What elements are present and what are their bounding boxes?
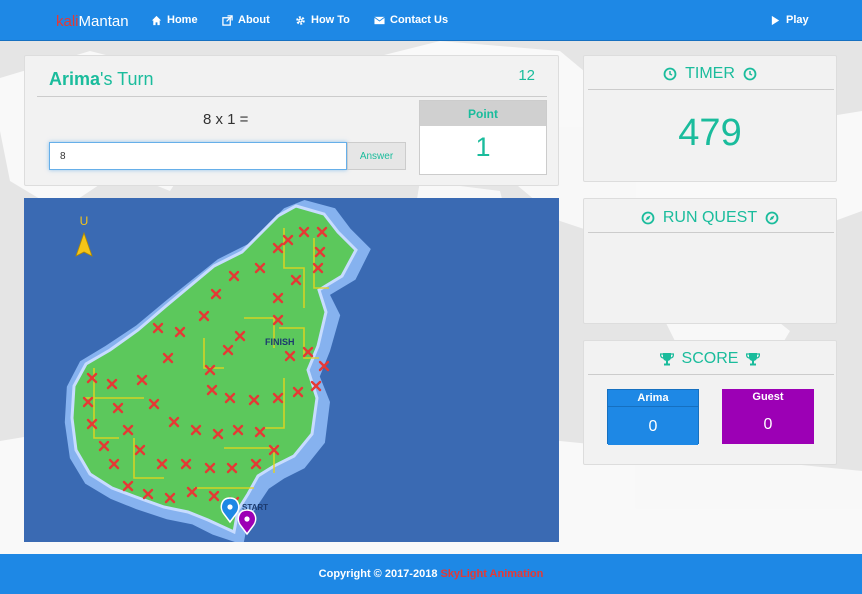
brand-suffix: Mantan bbox=[78, 13, 129, 30]
nav-play[interactable]: Play bbox=[770, 14, 809, 26]
answer-button[interactable]: Answer bbox=[347, 142, 406, 170]
score-player-name: Arima bbox=[637, 392, 669, 404]
brand-prefix: kali bbox=[56, 13, 79, 30]
compass-icon bbox=[765, 211, 779, 225]
home-icon bbox=[151, 15, 162, 25]
score-player-value: 0 bbox=[608, 406, 698, 445]
nav-contact-us-label: Contact Us bbox=[390, 14, 449, 26]
nav-about[interactable]: About bbox=[222, 14, 270, 26]
answer-input[interactable] bbox=[49, 142, 347, 170]
compass-arrow-icon bbox=[75, 231, 93, 257]
copyright-text: Copyright © 2017-2018 bbox=[318, 568, 438, 580]
turn-title: Arima's Turn bbox=[49, 69, 154, 90]
turn-counter: 12 bbox=[518, 67, 535, 84]
score-player-name: Guest bbox=[752, 391, 784, 403]
divider bbox=[588, 232, 834, 233]
run-quest-panel: RUN QUEST bbox=[583, 198, 837, 324]
borneo-board: U FINISH START bbox=[64, 200, 371, 542]
game-map[interactable]: U FINISH START bbox=[24, 198, 559, 542]
footer: Copyright © 2017-2018 SkyLight Animation bbox=[0, 554, 862, 594]
nav-home[interactable]: Home bbox=[151, 14, 198, 26]
finish-label: FINISH bbox=[265, 337, 295, 347]
turn-panel: Arima's Turn 12 8 x 1 = Answer Point 1 bbox=[24, 55, 559, 186]
timer-heading: TIMER bbox=[584, 65, 836, 83]
trophy-icon bbox=[659, 353, 674, 366]
current-player-name: Arima bbox=[49, 69, 101, 89]
divider bbox=[588, 89, 834, 90]
clock-icon bbox=[663, 67, 677, 81]
nav-how-to[interactable]: How To bbox=[295, 14, 350, 26]
score-player-value: 0 bbox=[763, 416, 773, 433]
top-navbar: kaliMantan Home About How To Contact Us … bbox=[0, 0, 862, 41]
timer-panel: TIMER 479 bbox=[583, 55, 837, 182]
timer-title: TIMER bbox=[685, 65, 735, 82]
math-question: 8 x 1 = bbox=[203, 111, 249, 128]
score-card-guest: Guest 0 bbox=[722, 389, 814, 444]
point-value: 1 bbox=[475, 132, 491, 162]
divider bbox=[37, 96, 547, 97]
nav-about-label: About bbox=[238, 14, 270, 26]
point-label: Point bbox=[420, 101, 546, 126]
run-quest-title: RUN QUEST bbox=[662, 209, 758, 226]
clock-icon bbox=[743, 67, 757, 81]
nav-play-label: Play bbox=[786, 14, 809, 26]
share-icon bbox=[222, 14, 233, 26]
score-card-arima: Arima 0 bbox=[607, 389, 699, 445]
score-title: SCORE bbox=[681, 350, 739, 367]
company-link[interactable]: SkyLight Animation bbox=[440, 568, 543, 580]
point-box: Point 1 bbox=[419, 100, 547, 175]
run-quest-heading: RUN QUEST bbox=[584, 209, 836, 227]
trophy-icon bbox=[746, 353, 761, 366]
timer-value: 479 bbox=[678, 112, 742, 154]
gear-icon bbox=[296, 15, 305, 25]
nav-home-label: Home bbox=[167, 14, 198, 26]
score-heading: SCORE bbox=[584, 350, 836, 368]
north-label: U bbox=[80, 214, 89, 228]
divider bbox=[588, 374, 834, 375]
score-panel: SCORE Arima 0 Guest 0 bbox=[583, 340, 837, 465]
envelope-icon bbox=[374, 16, 385, 24]
turn-suffix: 's Turn bbox=[100, 69, 154, 89]
play-icon bbox=[771, 15, 780, 25]
compass-icon bbox=[641, 211, 655, 225]
nav-how-to-label: How To bbox=[311, 14, 350, 26]
nav-contact-us[interactable]: Contact Us bbox=[374, 14, 448, 26]
brand-logo[interactable]: kaliMantan bbox=[56, 13, 129, 30]
